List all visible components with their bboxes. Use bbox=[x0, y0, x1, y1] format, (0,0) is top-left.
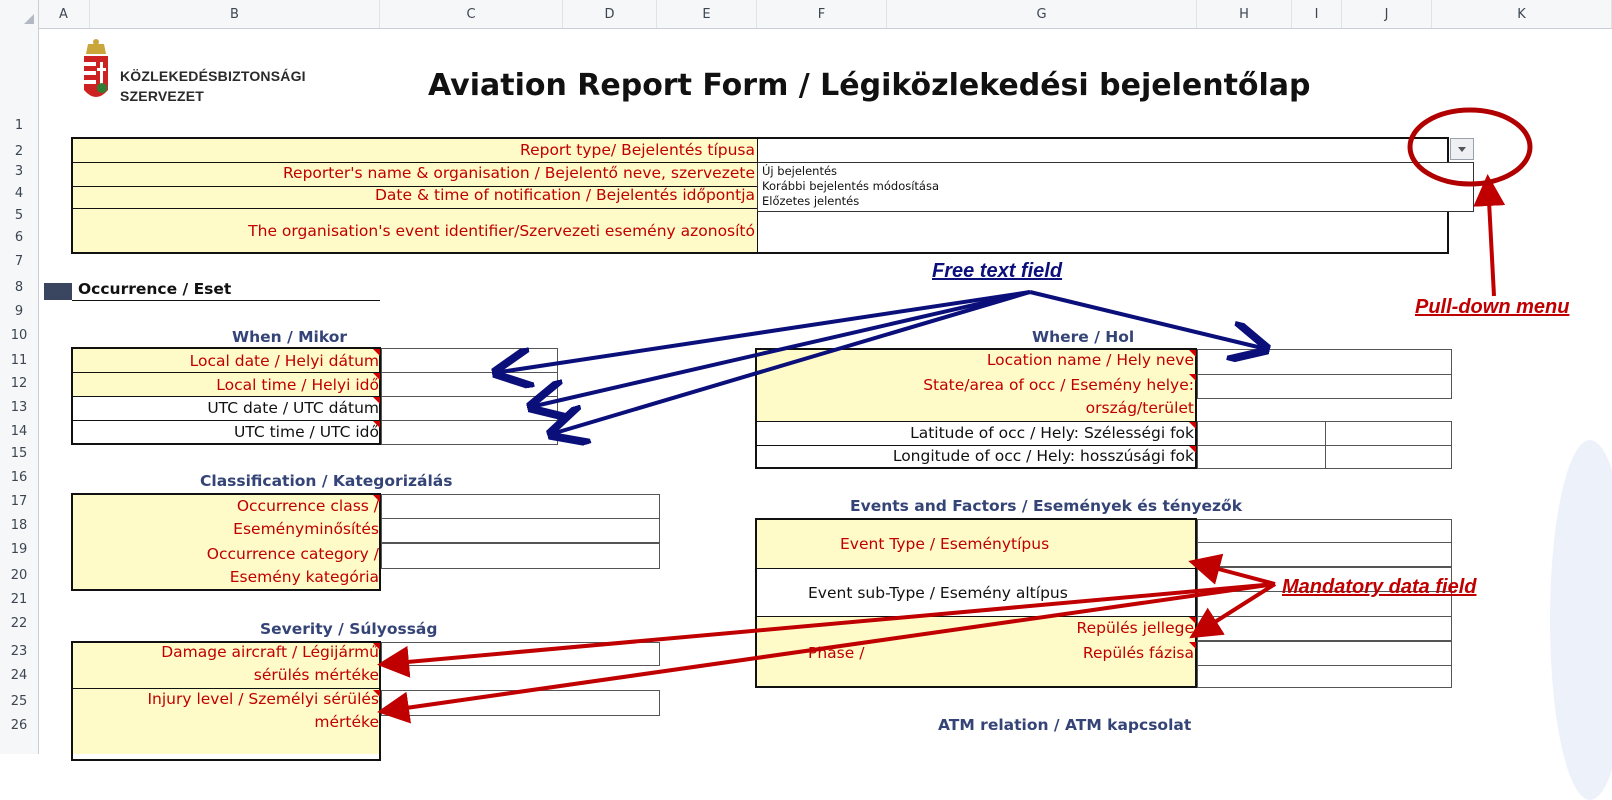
free-text-arrows bbox=[500, 290, 1262, 433]
mandatory-annotation: Mandatory data field bbox=[1282, 576, 1477, 598]
free-text-annotation: Free text field bbox=[932, 260, 1063, 282]
pulldown-highlight-ellipse bbox=[1407, 107, 1533, 187]
annotation-arrows bbox=[377, 107, 1533, 724]
pulldown-annotation: Pull-down menu bbox=[1415, 296, 1570, 318]
